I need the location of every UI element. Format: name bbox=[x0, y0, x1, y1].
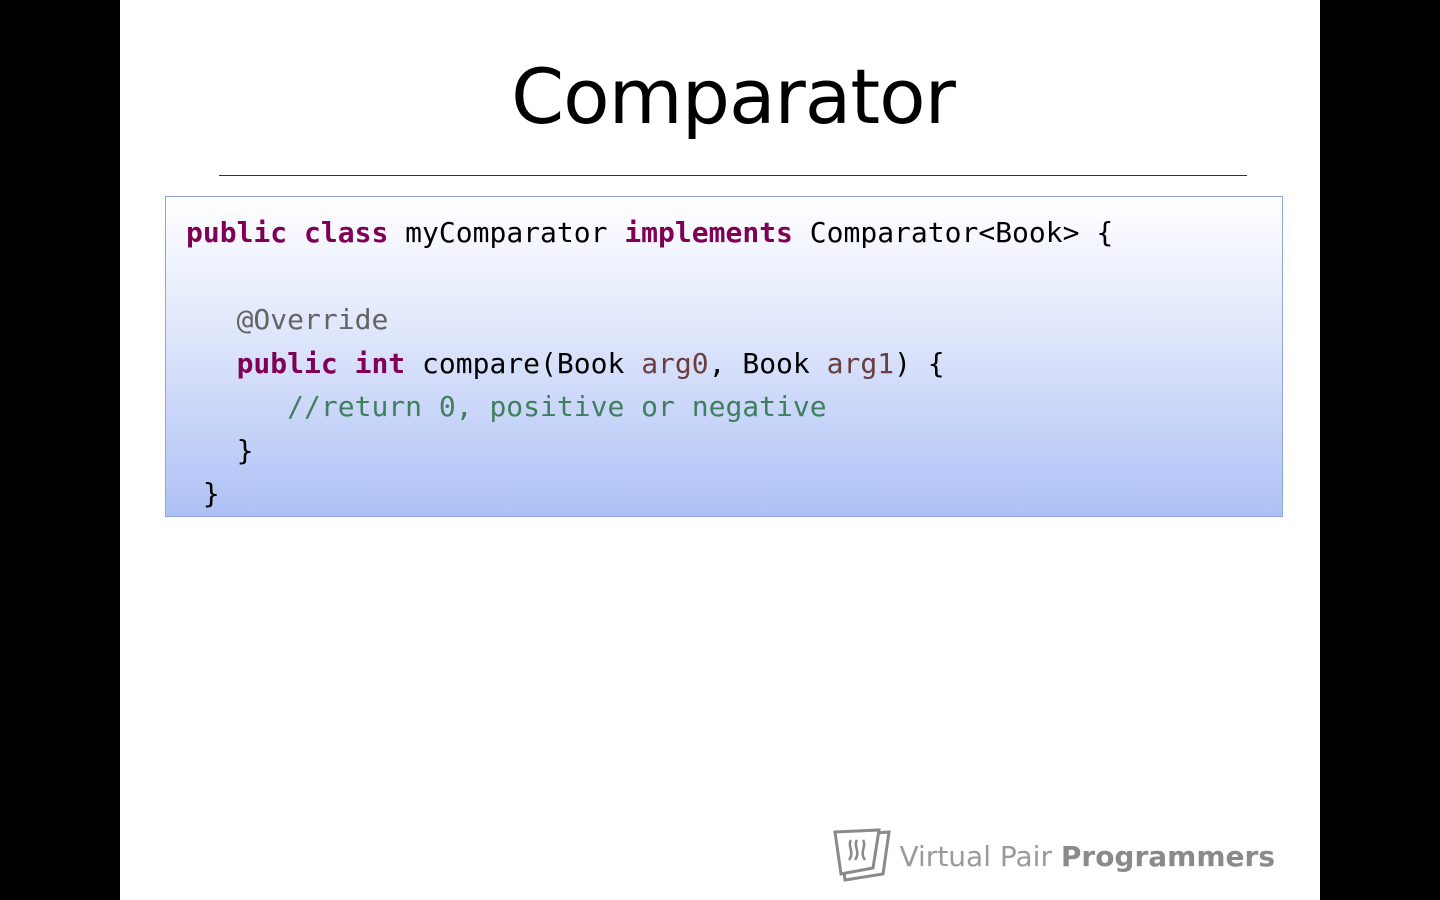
slide: Comparator public class myComparator imp… bbox=[120, 0, 1320, 900]
slide-title: Comparator bbox=[511, 52, 956, 141]
logo-text-light: Virtual Pair bbox=[899, 839, 1052, 873]
interface-name: Comparator<Book> { bbox=[809, 216, 1114, 249]
method-close-brace: } bbox=[236, 433, 254, 467]
keyword-public-method: public bbox=[236, 346, 338, 380]
code-block: public class myComparator implements Com… bbox=[165, 196, 1283, 517]
keyword-class: class bbox=[304, 216, 389, 249]
param-arg1: arg1 bbox=[826, 346, 895, 380]
logo-text: Virtual Pair Programmers bbox=[899, 840, 1275, 873]
override-annotation: @Override bbox=[236, 303, 389, 336]
method-signature: compare(Book bbox=[422, 346, 625, 380]
class-name: myComparator bbox=[405, 216, 608, 249]
logo-text-bold: Programmers bbox=[1060, 839, 1275, 873]
code-comment: //return 0, positive or negative bbox=[287, 390, 827, 423]
class-close-brace: } bbox=[202, 477, 220, 510]
param-separator: , Book bbox=[708, 346, 810, 380]
title-divider bbox=[219, 175, 1247, 176]
keyword-implements: implements bbox=[624, 216, 793, 249]
keyword-int: int bbox=[354, 346, 406, 380]
keyword-public: public bbox=[186, 216, 288, 249]
brand-logo: Virtual Pair Programmers bbox=[833, 828, 1275, 884]
method-open-brace: ) { bbox=[894, 346, 945, 380]
param-arg0: arg0 bbox=[641, 346, 709, 380]
pair-programmers-logo-icon bbox=[833, 828, 892, 882]
code-text: public class myComparator implements Com… bbox=[186, 211, 1113, 516]
